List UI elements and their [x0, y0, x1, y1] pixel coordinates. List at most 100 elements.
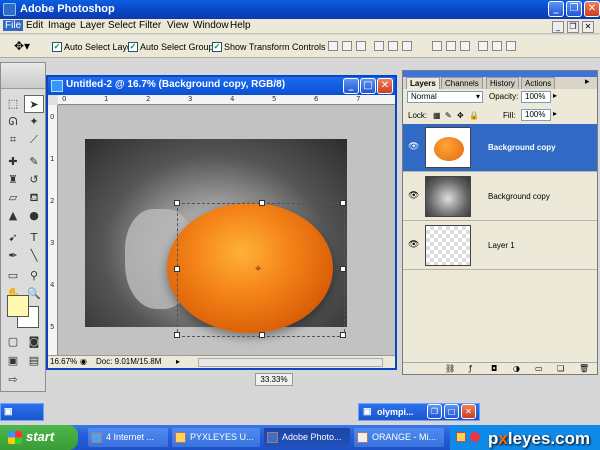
distribute-center-icon[interactable] [446, 41, 456, 51]
tab-channels[interactable]: Channels [441, 77, 483, 89]
close-button[interactable]: ✕ [461, 404, 476, 419]
doc-minimize-button[interactable]: _ [552, 21, 564, 33]
quick-mask-off-icon[interactable]: ▢ [3, 333, 23, 351]
menu-layer[interactable]: Layer [80, 20, 105, 31]
transform-handle[interactable] [259, 332, 265, 338]
transform-center-icon[interactable]: ⌖ [255, 262, 261, 276]
distribute-top-icon[interactable] [432, 41, 442, 51]
tab-actions[interactable]: Actions [521, 77, 556, 89]
document-close-button[interactable]: ✕ [377, 78, 393, 94]
distribute-left-icon[interactable] [478, 41, 488, 51]
layer-mask-icon[interactable]: ◘ [491, 364, 497, 373]
toolbox-header[interactable] [1, 63, 45, 89]
menu-view[interactable]: View [167, 20, 189, 31]
align-right-icon[interactable] [402, 41, 412, 51]
type-tool-icon[interactable]: T [24, 229, 44, 247]
palette-menu-icon[interactable]: ▸ [585, 77, 590, 87]
opacity-input[interactable]: 100% [521, 91, 551, 103]
restore-button[interactable]: ❐ [427, 404, 442, 419]
transform-handle[interactable] [340, 266, 346, 272]
align-bottom-icon[interactable] [356, 41, 366, 51]
document-minimize-button[interactable]: _ [343, 78, 359, 94]
new-layer-icon[interactable]: ❏ [557, 364, 564, 373]
crop-tool-icon[interactable]: ⌗ [3, 131, 23, 149]
document-size-info[interactable]: Doc: 9.01M/15.8M [96, 357, 161, 366]
eraser-tool-icon[interactable]: ▱ [3, 189, 23, 207]
menu-edit[interactable]: Edit [26, 20, 43, 31]
pen-tool-icon[interactable]: ✒ [3, 247, 23, 265]
start-button[interactable]: start [0, 425, 78, 450]
adjustment-layer-icon[interactable]: ◑ [513, 364, 520, 373]
healing-brush-icon[interactable]: ✚ [3, 153, 23, 171]
checkbox-checked-icon[interactable]: ✓ [52, 42, 62, 52]
magic-wand-icon[interactable]: ✦ [24, 113, 44, 131]
menu-window[interactable]: Window [193, 20, 229, 31]
document-title-bar[interactable]: Untitled-2 @ 16.7% (Background copy, RGB… [48, 77, 395, 95]
quick-mask-on-icon[interactable]: ◙ [24, 333, 44, 351]
taskbar-item-photoshop[interactable]: Adobe Photo... [264, 428, 350, 447]
lock-transparency-icon[interactable]: ▦ [433, 111, 441, 120]
minimized-window-olympics[interactable]: ▣ olympi... ❐ □ ✕ [358, 403, 480, 421]
transform-handle[interactable] [340, 200, 346, 206]
distribute-horizontal-icon[interactable] [492, 41, 502, 51]
eyedropper-icon[interactable]: ⚲ [24, 267, 44, 285]
tab-layers[interactable]: Layers [406, 77, 440, 89]
taskbar-item-word[interactable]: ORANGE - Mi... [354, 428, 444, 447]
marquee-tool-icon[interactable]: ⬚ [3, 95, 23, 113]
transform-handle[interactable] [340, 332, 346, 338]
lasso-tool-icon[interactable]: ᘏ [3, 113, 23, 131]
ruler-origin[interactable] [48, 95, 58, 105]
lock-position-icon[interactable]: ✥ [457, 111, 464, 120]
minimize-button[interactable]: _ [548, 1, 564, 17]
link-layers-icon[interactable]: ⛓ [445, 364, 455, 373]
distribute-bottom-icon[interactable] [460, 41, 470, 51]
document-maximize-button[interactable]: □ [360, 78, 376, 94]
distribute-right-icon[interactable] [506, 41, 516, 51]
screen-mode-icon[interactable]: ▣ [3, 352, 23, 370]
move-tool-preset-icon[interactable]: ✥▾ [14, 39, 30, 53]
menu-help[interactable]: Help [230, 20, 251, 31]
restore-button[interactable]: ❐ [566, 1, 582, 17]
clone-stamp-icon[interactable]: ♜ [3, 171, 23, 189]
minimized-window[interactable]: ▣ [0, 403, 44, 421]
navigator-zoom-readout[interactable]: 33.33% [255, 373, 293, 386]
canvas-area[interactable]: ⌖ [59, 106, 395, 355]
checkbox-checked-icon[interactable]: ✓ [128, 42, 138, 52]
close-button[interactable]: ✕ [584, 1, 600, 17]
tray-icon[interactable] [456, 432, 466, 442]
transform-handle[interactable] [259, 200, 265, 206]
layer-row-background-copy-top[interactable]: 👁 Background copy [403, 124, 597, 172]
jump-to-imageready-icon[interactable]: ⇨ [3, 371, 23, 389]
hands-photo-layer[interactable]: ⌖ [85, 139, 347, 338]
dodge-tool-icon[interactable]: ● [24, 207, 44, 225]
blend-mode-select[interactable]: Normal ▾ [407, 91, 483, 103]
path-selection-icon[interactable]: ➹ [3, 229, 23, 247]
eye-icon[interactable]: 👁 [408, 240, 419, 250]
menu-filter[interactable]: Filter [139, 20, 161, 31]
opacity-slider-arrow-icon[interactable]: ▸ [553, 91, 557, 100]
checkbox-checked-icon[interactable]: ✓ [212, 42, 222, 52]
menu-file[interactable]: File [3, 20, 24, 31]
delete-layer-icon[interactable]: 🗑 [579, 364, 589, 373]
eye-icon[interactable]: 👁 [408, 191, 419, 201]
tab-history[interactable]: History [486, 77, 519, 89]
lock-image-icon[interactable]: ✎ [445, 111, 452, 120]
show-transform-controls-option[interactable]: ✓ Show Transform Controls [212, 41, 326, 53]
auto-select-groups-option[interactable]: ✓ Auto Select Groups [128, 41, 218, 53]
horizontal-scrollbar[interactable] [198, 358, 383, 367]
slice-tool-icon[interactable]: ⟋ [24, 131, 44, 149]
vertical-ruler[interactable]: 0 1 2 3 4 5 [48, 105, 58, 355]
new-group-icon[interactable]: ▭ [535, 364, 543, 373]
horizontal-ruler[interactable]: 0 1 2 3 4 5 6 7 [58, 95, 395, 105]
layer-style-icon[interactable]: ƒ [469, 364, 472, 373]
taskbar-item-folder[interactable]: PYXLEYES U... [172, 428, 260, 447]
menu-select[interactable]: Select [108, 20, 136, 31]
tray-icon[interactable] [470, 432, 480, 442]
history-brush-icon[interactable]: ↺ [24, 171, 44, 189]
doc-close-button[interactable]: ✕ [582, 21, 594, 33]
status-menu-arrow-icon[interactable]: ▸ [176, 357, 180, 366]
status-info-icon[interactable]: ◉ [80, 357, 87, 366]
line-tool-icon[interactable]: ╲ [24, 247, 44, 265]
blur-tool-icon[interactable]: ▲ [3, 207, 23, 225]
brush-tool-icon[interactable]: ✎ [24, 153, 44, 171]
